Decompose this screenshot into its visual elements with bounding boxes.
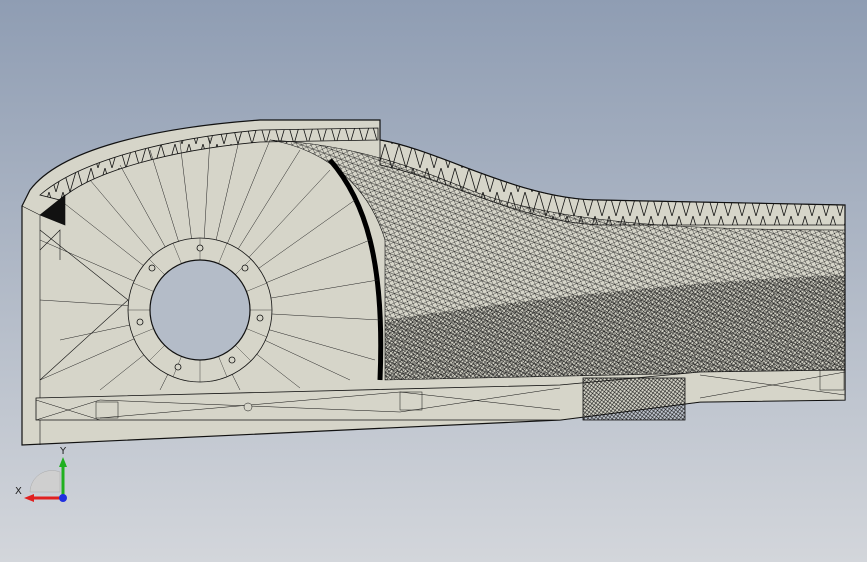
graphics-viewport[interactable]: Y X — [0, 0, 867, 562]
triad-y-label: Y — [60, 446, 67, 457]
meshed-part-model[interactable] — [0, 0, 867, 562]
triad-x-label: X — [15, 486, 22, 497]
center-bore — [149, 259, 251, 361]
axis-triad — [24, 457, 67, 502]
bottom-slot-mesh — [582, 377, 686, 421]
